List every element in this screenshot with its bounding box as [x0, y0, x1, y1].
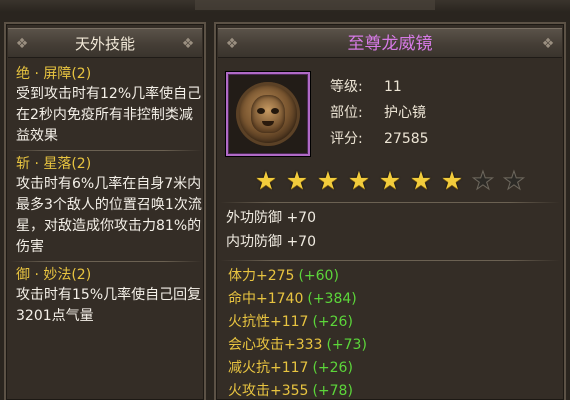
star-filled-icon: ★	[347, 166, 371, 195]
item-slot-row: 部位: 护心镜	[330, 100, 429, 126]
level-value: 11	[384, 79, 402, 95]
divider	[220, 260, 560, 261]
attribute-row: 火攻击+355 (+78)	[228, 380, 367, 400]
skill-name: 斩 · 星落(2)	[16, 156, 92, 172]
base-stat: 内功防御 +70	[226, 234, 316, 250]
attribute-row: 体力+275 (+60)	[228, 265, 367, 288]
attribute-bonus: (+78)	[312, 383, 353, 399]
skill-name: 御 · 妙法(2)	[16, 267, 92, 283]
top-strip-shade	[195, 0, 435, 10]
attribute-row: 减火抗+117 (+26)	[228, 357, 367, 380]
attribute-value: 会心攻击+333	[228, 337, 323, 353]
base-stat: 外功防御 +70	[226, 210, 316, 226]
item-level-row: 等级: 11	[330, 74, 429, 100]
star-filled-icon: ★	[254, 166, 278, 195]
item-name: 至尊龙威镜	[347, 34, 433, 54]
score-label: 评分:	[330, 131, 363, 147]
skill-divider	[10, 150, 202, 151]
star-filled-icon: ★	[440, 166, 464, 195]
attribute-value: 减火抗+117	[228, 360, 309, 376]
skill-list: 绝 · 屏障(2) 受到攻击时有12%几率使自己在2秒内免疫所有非控制类减益效果…	[10, 64, 202, 330]
skills-panel-header: ❖ 天外技能 ❖	[8, 28, 202, 58]
star-empty-icon: ★	[471, 166, 495, 195]
item-header: ❖ 至尊龙威镜 ❖	[218, 28, 562, 58]
skills-panel: ❖ 天外技能 ❖ 绝 · 屏障(2) 受到攻击时有12%几率使自己在2秒内免疫所…	[4, 22, 206, 400]
skill-description: 攻击时有15%几率使自己回复3201点气量	[16, 287, 202, 324]
dragon-face	[251, 95, 285, 133]
attribute-value: 命中+1740	[228, 291, 304, 307]
attribute-value: 体力+275	[228, 268, 295, 284]
top-strip	[0, 0, 570, 12]
skill-name: 绝 · 屏障(2)	[16, 66, 92, 82]
attribute-row: 命中+1740 (+384)	[228, 288, 367, 311]
attribute-bonus: (+384)	[307, 291, 357, 307]
attribute-row: 火抗性+117 (+26)	[228, 311, 367, 334]
score-value: 27585	[384, 131, 429, 147]
star-empty-icon: ★	[502, 166, 526, 195]
dragon-mouth	[262, 121, 274, 126]
attribute-list: 体力+275 (+60) 命中+1740 (+384) 火抗性+117 (+26) 会…	[228, 265, 367, 400]
attribute-bonus: (+26)	[312, 314, 353, 330]
ornament-right-icon: ❖	[181, 36, 195, 52]
skill-item: 御 · 妙法(2) 攻击时有15%几率使自己回复3201点气量	[16, 265, 202, 327]
attribute-bonus: (+73)	[326, 337, 367, 353]
skill-item: 斩 · 星落(2) 攻击时有6%几率在自身7米内最多3个敌人的位置召唤1次流星，…	[16, 154, 202, 258]
slot-label: 部位:	[330, 105, 363, 121]
star-filled-icon: ★	[285, 166, 309, 195]
skill-description: 受到攻击时有12%几率使自己在2秒内免疫所有非控制类减益效果	[16, 86, 202, 144]
attribute-value: 火抗性+117	[228, 314, 309, 330]
star-filled-icon: ★	[409, 166, 433, 195]
level-label: 等级:	[330, 79, 363, 95]
slot-value: 护心镜	[384, 105, 426, 121]
skills-panel-title: 天外技能	[74, 35, 135, 53]
skill-item: 绝 · 屏障(2) 受到攻击时有12%几率使自己在2秒内免疫所有非控制类减益效果	[16, 64, 202, 147]
star-filled-icon: ★	[378, 166, 402, 195]
attribute-bonus: (+26)	[312, 360, 353, 376]
dragon-mirror-icon	[236, 82, 300, 146]
item-icon-slot[interactable]	[226, 72, 310, 156]
skill-description: 攻击时有6%几率在自身7米内最多3个敌人的位置召唤1次流星，对敌造成你攻击力81…	[16, 176, 202, 255]
skill-divider	[10, 261, 202, 262]
base-stats: 外功防御 +70 内功防御 +70	[226, 206, 316, 254]
star-rating: ★ ★ ★ ★ ★ ★ ★ ★ ★	[252, 166, 531, 195]
attribute-value: 火攻击+355	[228, 383, 309, 399]
divider	[220, 202, 560, 203]
item-score-row: 评分: 27585	[330, 126, 429, 152]
item-info: 等级: 11 部位: 护心镜 评分: 27585	[330, 74, 429, 152]
attribute-bonus: (+60)	[298, 268, 339, 284]
item-tooltip-panel: ❖ 至尊龙威镜 ❖ 等级: 11 部位: 护心镜 评分: 27585 ★ ★ ★ ★ ★ ★ ★ ★…	[214, 22, 566, 400]
star-filled-icon: ★	[316, 166, 340, 195]
attribute-row: 会心攻击+333 (+73)	[228, 334, 367, 357]
ornament-right-icon: ❖	[541, 36, 555, 52]
